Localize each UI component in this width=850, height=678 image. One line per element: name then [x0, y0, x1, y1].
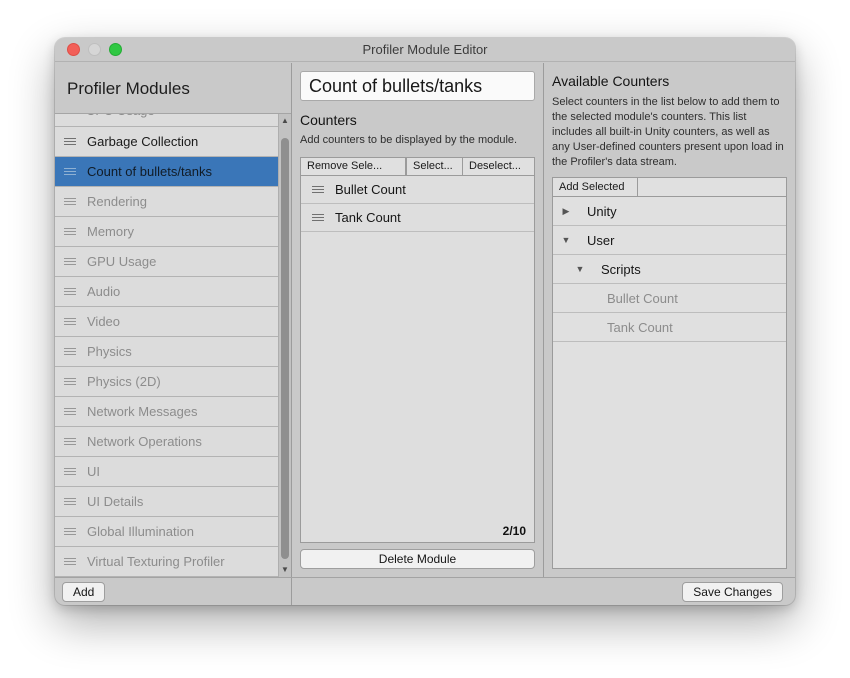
drag-handle-icon[interactable]: [64, 408, 76, 415]
scrollbar-thumb[interactable]: [281, 138, 289, 559]
counter-count-indicator: 2/10: [503, 524, 526, 538]
drag-handle-icon[interactable]: [64, 528, 76, 535]
counter-row[interactable]: Bullet Count: [301, 176, 534, 204]
module-counters-list: Bullet Count Tank Count 2/10: [300, 176, 535, 543]
module-row[interactable]: Physics: [55, 337, 278, 367]
module-row[interactable]: Virtual Texturing Profiler: [55, 547, 278, 577]
window-title: Profiler Module Editor: [55, 42, 795, 57]
available-counters-title: Available Counters: [552, 71, 787, 89]
deselect-all-button[interactable]: Deselect...: [462, 158, 534, 175]
available-counters-panel: Available Counters Select counters in th…: [544, 63, 795, 577]
available-counters-tree: ▶Unity ▼User ▼Scripts Bullet Count Tank …: [552, 197, 787, 569]
module-row[interactable]: Network Operations: [55, 427, 278, 457]
module-row[interactable]: Global Illumination: [55, 517, 278, 547]
drag-handle-icon[interactable]: [64, 318, 76, 325]
drag-handle-icon[interactable]: [64, 558, 76, 565]
module-row[interactable]: Rendering: [55, 187, 278, 217]
counters-section-description: Add counters to be displayed by the modu…: [300, 133, 535, 148]
scroll-down-icon[interactable]: ▼: [279, 563, 291, 577]
module-row[interactable]: Garbage Collection: [55, 127, 278, 157]
counter-row[interactable]: Tank Count: [301, 204, 534, 232]
tree-item-counter[interactable]: Bullet Count: [553, 284, 786, 313]
module-row[interactable]: Audio: [55, 277, 278, 307]
drag-handle-icon[interactable]: [64, 198, 76, 205]
module-row-selected[interactable]: Count of bullets/tanks: [55, 157, 278, 187]
counters-toolbar: Remove Sele... Select... Deselect...: [300, 157, 535, 176]
module-row[interactable]: Video: [55, 307, 278, 337]
add-selected-button[interactable]: Add Selected: [553, 178, 638, 196]
modules-panel-title: Profiler Modules: [55, 63, 291, 111]
chevron-right-icon[interactable]: ▶: [561, 206, 571, 217]
drag-handle-icon[interactable]: [64, 228, 76, 235]
tree-item-counter[interactable]: Tank Count: [553, 313, 786, 342]
tree-item-unity[interactable]: ▶Unity: [553, 197, 786, 226]
drag-handle-icon[interactable]: [64, 138, 76, 145]
module-row-clipped[interactable]: CPU Usage: [55, 114, 278, 127]
drag-handle-icon[interactable]: [64, 168, 76, 175]
drag-handle-icon[interactable]: [64, 468, 76, 475]
profiler-modules-panel: Profiler Modules CPU Usage Garbage Colle…: [55, 63, 292, 577]
module-row[interactable]: GPU Usage: [55, 247, 278, 277]
available-counters-description: Select counters in the list below to add…: [552, 95, 787, 170]
drag-handle-icon[interactable]: [312, 186, 324, 193]
chevron-down-icon[interactable]: ▼: [561, 235, 571, 245]
save-changes-button[interactable]: Save Changes: [682, 582, 783, 602]
drag-handle-icon[interactable]: [64, 258, 76, 265]
delete-module-button[interactable]: Delete Module: [300, 549, 535, 569]
drag-handle-icon[interactable]: [64, 498, 76, 505]
module-row[interactable]: UI: [55, 457, 278, 487]
drag-handle-icon[interactable]: [64, 288, 76, 295]
drag-handle-icon[interactable]: [64, 348, 76, 355]
module-editor-panel: Counters Add counters to be displayed by…: [292, 63, 544, 577]
select-all-button[interactable]: Select...: [405, 158, 462, 175]
tree-item-user[interactable]: ▼User: [553, 226, 786, 255]
remove-selected-button[interactable]: Remove Sele...: [301, 158, 405, 175]
counters-section-title: Counters: [300, 112, 535, 128]
drag-handle-icon[interactable]: [312, 214, 324, 221]
scroll-up-icon[interactable]: ▲: [279, 114, 291, 128]
available-counters-toolbar: Add Selected: [552, 177, 787, 197]
module-name-input[interactable]: [300, 71, 535, 101]
module-row[interactable]: Memory: [55, 217, 278, 247]
profiler-module-editor-window: Profiler Module Editor Profiler Modules …: [55, 38, 795, 605]
modules-list: CPU Usage Garbage Collection Count of bu…: [55, 113, 291, 577]
module-row[interactable]: UI Details: [55, 487, 278, 517]
chevron-down-icon[interactable]: ▼: [575, 264, 585, 274]
title-bar: Profiler Module Editor: [55, 38, 795, 62]
modules-scrollbar[interactable]: ▲ ▼: [278, 114, 291, 577]
module-row[interactable]: Network Messages: [55, 397, 278, 427]
footer-bar: Add Save Changes: [55, 577, 795, 605]
drag-handle-icon[interactable]: [64, 438, 76, 445]
tree-item-scripts[interactable]: ▼Scripts: [553, 255, 786, 284]
module-row[interactable]: Physics (2D): [55, 367, 278, 397]
add-module-button[interactable]: Add: [62, 582, 105, 602]
drag-handle-icon[interactable]: [64, 378, 76, 385]
